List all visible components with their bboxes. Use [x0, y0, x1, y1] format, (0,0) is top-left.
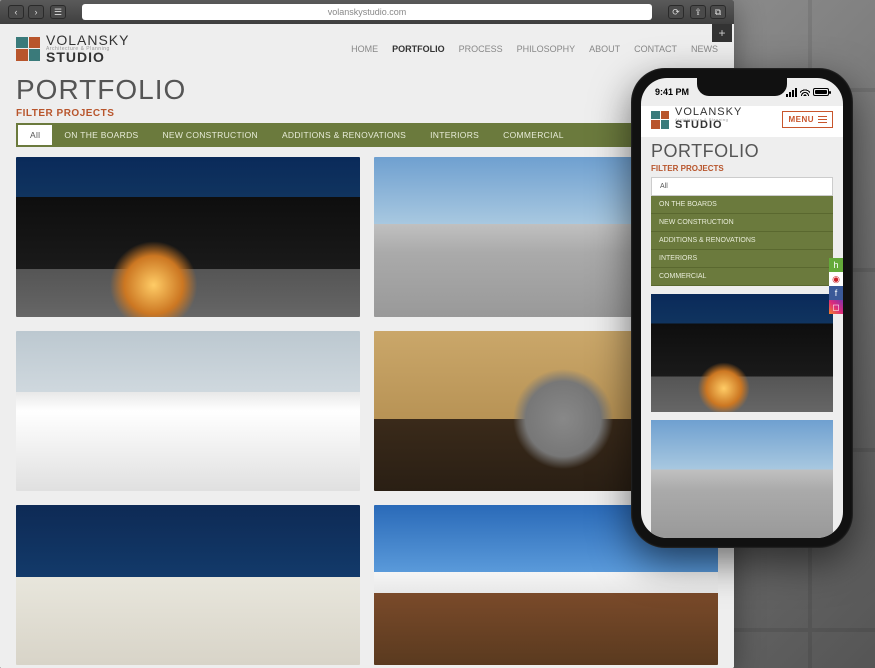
tabs-icon[interactable]: ⧉ [710, 5, 726, 19]
project-tile[interactable] [16, 331, 360, 491]
logo-text: VOLANSKY Architecture & Planning STUDIO [46, 34, 129, 64]
menu-label: MENU [788, 115, 814, 124]
share-icon[interactable]: ⇪ [690, 5, 706, 19]
site-header: VOLANSKY Architecture & Planning STUDIO … [16, 30, 718, 72]
m-filter-interiors[interactable]: INTERIORS [651, 250, 833, 268]
logo-mark-icon [651, 111, 669, 129]
mobile-page-title: PORTFOLIO [651, 141, 833, 162]
phone-notch [697, 78, 787, 96]
battery-icon [813, 88, 829, 96]
m-filter-additions-renovations[interactable]: ADDITIONS & RENOVATIONS [651, 232, 833, 250]
filter-bar: All ON THE BOARDS NEW CONSTRUCTION ADDIT… [16, 123, 718, 147]
m-filter-commercial[interactable]: COMMERCIAL [651, 268, 833, 286]
m-filter-all[interactable]: All [651, 177, 833, 196]
nav-home[interactable]: HOME [351, 44, 378, 54]
logo-text: VOLANSKY Architecture & Planning STUDIO [675, 108, 742, 131]
forward-button[interactable]: › [28, 5, 44, 19]
filter-all[interactable]: All [18, 125, 52, 145]
page-content: VOLANSKY Architecture & Planning STUDIO … [0, 24, 734, 668]
browser-toolbar: ‹ › ☰ volanskystudio.com ⟳ ⇪ ⧉ [0, 0, 734, 24]
back-button[interactable]: ‹ [8, 5, 24, 19]
project-grid [16, 157, 718, 665]
nav-process[interactable]: PROCESS [459, 44, 503, 54]
site-logo[interactable]: VOLANSKY Architecture & Planning STUDIO [16, 34, 129, 64]
m-filter-new-construction[interactable]: NEW CONSTRUCTION [651, 214, 833, 232]
mobile-page: PORTFOLIO FILTER PROJECTS All ON THE BOA… [641, 137, 843, 538]
main-nav: HOME PORTFOLIO PROCESS PHILOSOPHY ABOUT … [351, 44, 718, 54]
new-tab-button[interactable]: + [712, 24, 732, 42]
filter-commercial[interactable]: COMMERCIAL [491, 125, 576, 145]
nav-contact[interactable]: CONTACT [634, 44, 677, 54]
houzz-icon[interactable]: h [829, 258, 843, 272]
wifi-icon [800, 88, 810, 96]
project-tile[interactable] [651, 420, 833, 538]
phone-mockup: 9:41 PM VOLANSKY Architecture & Planning… [631, 68, 853, 548]
nav-philosophy[interactable]: PHILOSOPHY [517, 44, 576, 54]
nav-about[interactable]: ABOUT [589, 44, 620, 54]
mobile-logo[interactable]: VOLANSKY Architecture & Planning STUDIO [651, 108, 742, 131]
facebook-icon[interactable]: f [829, 286, 843, 300]
filter-heading: FILTER PROJECTS [16, 108, 718, 119]
browser-window: ‹ › ☰ volanskystudio.com ⟳ ⇪ ⧉ + VOLANSK… [0, 0, 734, 668]
hamburger-icon [818, 116, 827, 124]
phone-screen: 9:41 PM VOLANSKY Architecture & Planning… [641, 78, 843, 538]
project-tile[interactable] [651, 294, 833, 412]
pinterest-icon[interactable]: ◉ [829, 272, 843, 286]
mobile-filter-list: All ON THE BOARDS NEW CONSTRUCTION ADDIT… [651, 177, 833, 286]
filter-new-construction[interactable]: NEW CONSTRUCTION [150, 125, 269, 145]
instagram-icon[interactable]: ◻ [829, 300, 843, 314]
mobile-filter-heading: FILTER PROJECTS [651, 164, 833, 173]
logo-mark-icon [16, 37, 40, 61]
reload-icon[interactable]: ⟳ [668, 5, 684, 19]
page-title: PORTFOLIO [16, 74, 718, 106]
sidebar-toggle-icon[interactable]: ☰ [50, 5, 66, 19]
social-icons: h ◉ f ◻ [829, 258, 843, 314]
mobile-project-grid [651, 294, 833, 538]
url-bar[interactable]: volanskystudio.com [82, 4, 652, 20]
url-text: volanskystudio.com [328, 7, 407, 17]
filter-interiors[interactable]: INTERIORS [418, 125, 491, 145]
nav-news[interactable]: NEWS [691, 44, 718, 54]
filter-additions-renovations[interactable]: ADDITIONS & RENOVATIONS [270, 125, 418, 145]
mobile-menu-button[interactable]: MENU [782, 111, 833, 128]
signal-icon [786, 88, 797, 97]
nav-portfolio[interactable]: PORTFOLIO [392, 44, 445, 54]
project-tile[interactable] [16, 157, 360, 317]
status-time: 9:41 PM [655, 87, 689, 97]
filter-on-the-boards[interactable]: ON THE BOARDS [52, 125, 150, 145]
project-tile[interactable] [16, 505, 360, 665]
m-filter-on-the-boards[interactable]: ON THE BOARDS [651, 196, 833, 214]
mobile-header: VOLANSKY Architecture & Planning STUDIO … [641, 106, 843, 137]
